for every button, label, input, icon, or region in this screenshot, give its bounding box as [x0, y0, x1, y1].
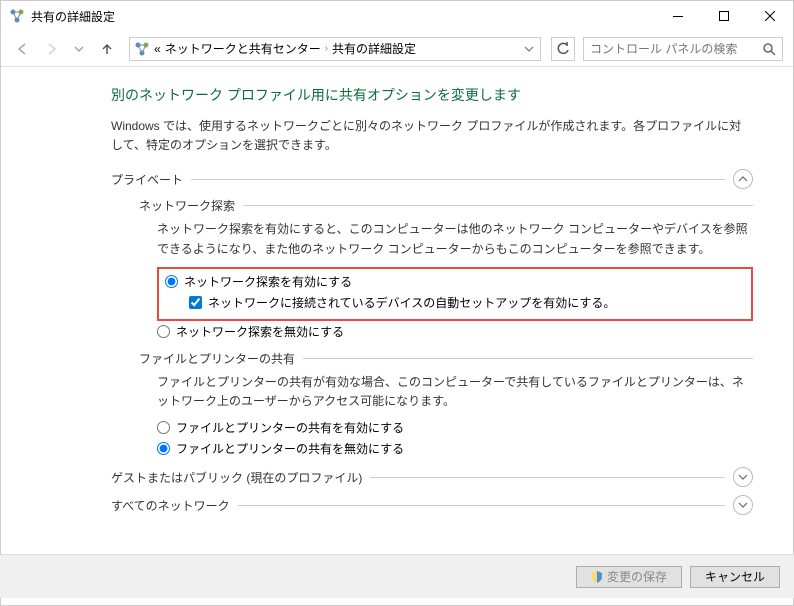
checkbox-label: ネットワークに接続されているデバイスの自動セットアップを有効にする。 [208, 294, 615, 311]
radio-enable-sharing[interactable]: ファイルとプリンターの共有を有効にする [157, 419, 753, 436]
arrow-left-icon [16, 42, 30, 56]
breadcrumb-prefix: « [154, 42, 161, 56]
close-icon [765, 11, 775, 21]
expand-button[interactable] [733, 495, 753, 515]
radio-group-network-discovery: ネットワーク探索を有効にする ネットワークに接続されているデバイスの自動セットア… [157, 267, 753, 340]
save-label: 変更の保存 [607, 568, 667, 585]
titlebar: 共有の詳細設定 [1, 1, 793, 31]
section-label: プライベート [111, 171, 183, 188]
content-area: 別のネットワーク プロファイル用に共有オプションを変更します Windows で… [1, 67, 793, 557]
chevron-down-icon [522, 42, 536, 56]
breadcrumb[interactable]: « ネットワークと共有センター › 共有の詳細設定 [129, 37, 541, 61]
window-controls [655, 1, 793, 31]
search-input[interactable] [590, 42, 762, 56]
highlight-box: ネットワーク探索を有効にする ネットワークに接続されているデバイスの自動セットア… [157, 267, 753, 321]
up-button[interactable] [95, 37, 119, 61]
radio-disable-discovery[interactable]: ネットワーク探索を無効にする [157, 323, 753, 340]
search-icon [762, 42, 776, 56]
network-icon [9, 8, 25, 24]
radio-input[interactable] [157, 421, 170, 434]
radio-label: ネットワーク探索を無効にする [176, 323, 344, 340]
save-button[interactable]: 変更の保存 [576, 566, 682, 588]
radio-input[interactable] [157, 325, 170, 338]
cancel-button[interactable]: キャンセル [690, 566, 780, 588]
refresh-button[interactable] [551, 37, 575, 61]
section-guest-public: ゲストまたはパブリック (現在のプロファイル) [111, 467, 753, 487]
radio-label: ネットワーク探索を有効にする [184, 273, 352, 290]
chevron-up-icon [738, 176, 748, 182]
arrow-up-icon [100, 42, 114, 56]
radio-label: ファイルとプリンターの共有を無効にする [176, 440, 404, 457]
chevron-down-icon [738, 502, 748, 508]
arrow-right-icon [44, 42, 58, 56]
cancel-label: キャンセル [705, 568, 765, 585]
breadcrumb-dropdown[interactable] [522, 42, 536, 56]
close-button[interactable] [747, 1, 793, 31]
network-icon [134, 41, 150, 57]
section-private: プライベート ネットワーク探索 ネットワーク探索を有効にすると、このコンピュータ… [111, 169, 753, 457]
window-title: 共有の詳細設定 [31, 8, 655, 25]
maximize-icon [719, 11, 729, 21]
subsection-label: ファイルとプリンターの共有 [139, 350, 295, 367]
breadcrumb-item[interactable]: ネットワークと共有センター [165, 40, 321, 57]
breadcrumb-separator: › [325, 43, 328, 54]
subsection-network-discovery: ネットワーク探索 ネットワーク探索を有効にすると、このコンピューターは他のネット… [139, 197, 753, 339]
page-title: 別のネットワーク プロファイル用に共有オプションを変更します [111, 85, 753, 105]
subsection-description: ネットワーク探索を有効にすると、このコンピューターは他のネットワーク コンピュー… [157, 220, 753, 258]
subsection-label: ネットワーク探索 [139, 197, 235, 214]
footer: 変更の保存 キャンセル [0, 554, 794, 598]
divider [243, 205, 753, 206]
shield-icon [591, 571, 603, 583]
minimize-icon [673, 16, 683, 17]
recent-dropdown[interactable] [67, 37, 91, 61]
divider [238, 505, 725, 506]
refresh-icon [556, 42, 570, 56]
expand-button[interactable] [733, 467, 753, 487]
back-button[interactable] [11, 37, 35, 61]
chevron-down-icon [74, 46, 84, 52]
radio-input[interactable] [165, 275, 178, 288]
radio-group-file-printer: ファイルとプリンターの共有を有効にする ファイルとプリンターの共有を無効にする [157, 419, 753, 457]
checkbox-input[interactable] [189, 296, 202, 309]
breadcrumb-item[interactable]: 共有の詳細設定 [332, 40, 416, 57]
subsection-description: ファイルとプリンターの共有が有効な場合、このコンピューターで共有しているファイル… [157, 373, 753, 411]
divider [191, 179, 725, 180]
divider [303, 358, 753, 359]
nav-bar: « ネットワークと共有センター › 共有の詳細設定 [1, 31, 793, 67]
minimize-button[interactable] [655, 1, 701, 31]
section-label: ゲストまたはパブリック (現在のプロファイル) [111, 469, 362, 486]
checkbox-auto-setup[interactable]: ネットワークに接続されているデバイスの自動セットアップを有効にする。 [189, 294, 745, 311]
search-box[interactable] [583, 37, 783, 61]
collapse-button[interactable] [733, 169, 753, 189]
forward-button[interactable] [39, 37, 63, 61]
chevron-down-icon [738, 474, 748, 480]
radio-enable-discovery[interactable]: ネットワーク探索を有効にする [165, 273, 745, 290]
radio-input[interactable] [157, 442, 170, 455]
radio-disable-sharing[interactable]: ファイルとプリンターの共有を無効にする [157, 440, 753, 457]
page-description: Windows では、使用するネットワークごとに別々のネットワーク プロファイル… [111, 117, 753, 155]
divider [370, 477, 725, 478]
section-label: すべてのネットワーク [111, 497, 230, 514]
maximize-button[interactable] [701, 1, 747, 31]
section-all-networks: すべてのネットワーク [111, 495, 753, 515]
subsection-file-printer: ファイルとプリンターの共有 ファイルとプリンターの共有が有効な場合、このコンピュ… [139, 350, 753, 457]
radio-label: ファイルとプリンターの共有を有効にする [176, 419, 404, 436]
